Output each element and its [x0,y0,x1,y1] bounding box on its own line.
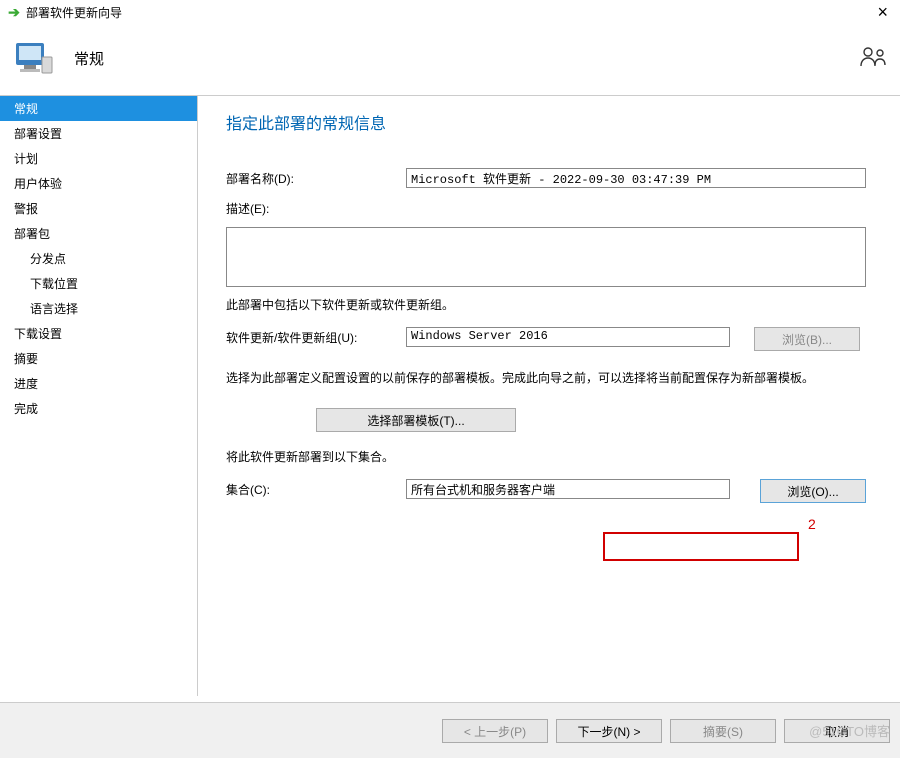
browse-collection-button[interactable]: 浏览(O)... [760,479,866,503]
template-note: 选择为此部署定义配置设置的以前保存的部署模板。完成此向导之前，可以选择将当前配置… [226,369,872,386]
include-note: 此部署中包括以下软件更新或软件更新组。 [226,296,872,313]
sidebar-item-distribution-point[interactable]: 分发点 [0,246,197,271]
description-textarea[interactable] [226,227,866,287]
browse-update-group-button[interactable]: 浏览(B)... [754,327,860,351]
prev-button[interactable]: < 上一步(P) [442,719,548,743]
sidebar-item-alerts[interactable]: 警报 [0,196,197,221]
sidebar-item-download-location[interactable]: 下载位置 [0,271,197,296]
collection-value: 所有台式机和服务器客户端 [406,479,730,499]
page-title: 常规 [74,48,104,69]
titlebar: ➔ 部署软件更新向导 × [0,0,900,24]
sidebar-item-summary[interactable]: 摘要 [0,346,197,371]
main-panel: 指定此部署的常规信息 部署名称(D): 描述(E): 此部署中包括以下软件更新或… [198,96,900,696]
computer-icon [12,37,56,81]
deploy-name-label: 部署名称(D): [226,168,406,187]
deploy-name-input[interactable] [406,168,866,188]
collection-label: 集合(C): [226,479,406,498]
annotation-number-2: 2 [808,516,816,532]
select-template-button[interactable]: 选择部署模板(T)... [316,408,516,432]
sidebar-item-language[interactable]: 语言选择 [0,296,197,321]
bottom-bar: < 上一步(P) 下一步(N) > 摘要(S) 取消 [0,702,900,758]
sidebar-item-user-experience[interactable]: 用户体验 [0,171,197,196]
window-title: 部署软件更新向导 [26,4,122,21]
description-label: 描述(E): [226,198,406,217]
next-button[interactable]: 下一步(N) > [556,719,662,743]
summary-button[interactable]: 摘要(S) [670,719,776,743]
sidebar-item-schedule[interactable]: 计划 [0,146,197,171]
sidebar-item-package[interactable]: 部署包 [0,221,197,246]
sidebar-item-complete[interactable]: 完成 [0,396,197,421]
main-heading: 指定此部署的常规信息 [226,110,872,134]
update-group-value: Windows Server 2016 [406,327,730,347]
body: 常规 部署设置 计划 用户体验 警报 部署包 分发点 下载位置 语言选择 下载设… [0,96,900,696]
sidebar-item-general[interactable]: 常规 [0,96,197,121]
sidebar: 常规 部署设置 计划 用户体验 警报 部署包 分发点 下载位置 语言选择 下载设… [0,96,198,696]
sidebar-item-deploy-settings[interactable]: 部署设置 [0,121,197,146]
sidebar-item-download-settings[interactable]: 下载设置 [0,321,197,346]
collection-note: 将此软件更新部署到以下集合。 [226,448,872,465]
cancel-button[interactable]: 取消 [784,719,890,743]
wizard-arrow-icon: ➔ [6,4,22,20]
sidebar-item-progress[interactable]: 进度 [0,371,197,396]
people-icon [860,44,888,74]
header: 常规 [0,24,900,96]
close-icon[interactable]: × [871,2,894,23]
update-group-label: 软件更新/软件更新组(U): [226,327,406,346]
annotation-box-2 [603,532,799,561]
